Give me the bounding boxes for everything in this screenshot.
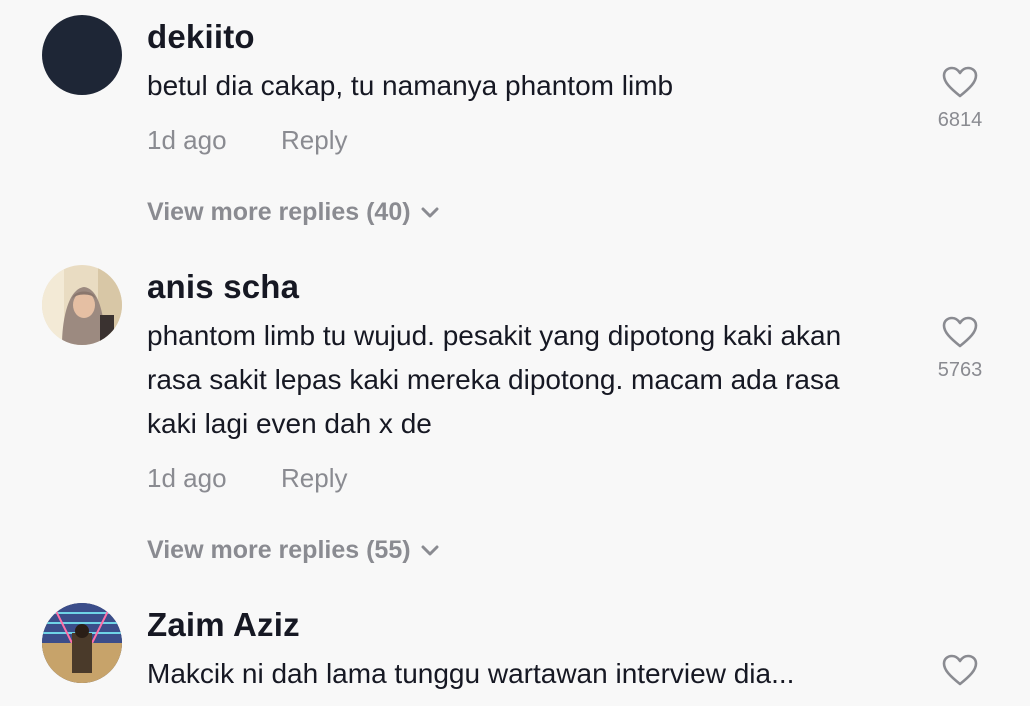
like-button[interactable]: 5763: [925, 316, 995, 382]
comment-text: Makcik ni dah lama tunggu wartawan inter…: [147, 658, 795, 689]
comment-timestamp: 1d ago: [147, 125, 227, 155]
comment-timestamp: 1d ago: [147, 463, 227, 493]
avatar[interactable]: [42, 15, 122, 95]
comment-username[interactable]: dekiito: [147, 18, 255, 56]
view-more-replies-label: View more replies (40): [147, 198, 411, 226]
avatar[interactable]: [42, 603, 122, 683]
comment-username[interactable]: anis scha: [147, 268, 299, 306]
view-more-replies-label: View more replies (55): [147, 536, 411, 564]
avatar-image: [42, 15, 122, 95]
reply-button[interactable]: Reply: [281, 463, 347, 493]
avatar-image: [42, 265, 122, 345]
heart-outline-icon: [942, 66, 978, 98]
comment-meta: 1d ago Reply: [147, 125, 347, 156]
view-more-replies-button[interactable]: View more replies (40): [147, 198, 439, 227]
like-button[interactable]: [925, 654, 995, 687]
heart-outline-icon: [942, 316, 978, 348]
like-count: 6814: [937, 109, 983, 131]
view-more-replies-button[interactable]: View more replies (55): [147, 536, 439, 565]
avatar-image: [42, 603, 122, 683]
like-button[interactable]: 6814: [925, 66, 995, 132]
heart-outline-icon: [942, 654, 978, 686]
like-count: 5763: [937, 359, 983, 381]
chevron-down-icon: [421, 545, 439, 556]
comment-text: betul dia cakap, tu namanya phantom limb: [147, 70, 674, 101]
comment-text: phantom limb tu wujud. pesakit yang dipo…: [147, 320, 842, 439]
avatar[interactable]: [42, 265, 122, 345]
reply-button[interactable]: Reply: [281, 125, 347, 155]
comment-username[interactable]: Zaim Aziz: [147, 606, 300, 644]
chevron-down-icon: [421, 207, 439, 218]
comment-meta: 1d ago Reply: [147, 463, 347, 494]
